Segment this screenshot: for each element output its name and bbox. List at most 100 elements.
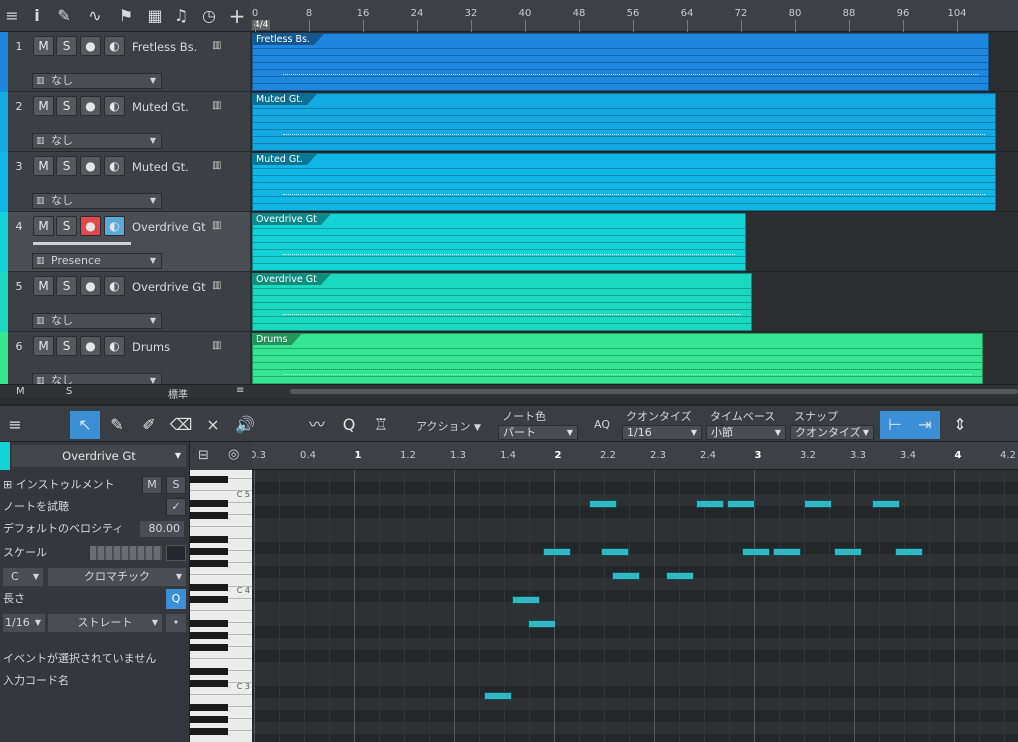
midi-note[interactable] — [742, 548, 770, 556]
snap-select[interactable]: クオンタイズ ▼ — [790, 425, 874, 440]
pencil-tool-icon[interactable]: ✎ — [102, 411, 132, 439]
black-key[interactable] — [190, 668, 228, 675]
mute-button[interactable]: M — [33, 336, 54, 356]
mute-button[interactable]: M — [33, 156, 54, 176]
track-header[interactable]: 3 M S ● ◐ Muted Gt. ▥ ▥ なし ▼ — [0, 152, 250, 212]
snap-start-icon[interactable]: ⊢ — [880, 411, 910, 439]
eraser-tool-icon[interactable]: ⌫ — [166, 411, 196, 439]
black-key[interactable] — [190, 644, 228, 651]
black-key[interactable] — [190, 548, 228, 555]
mute-button[interactable]: M — [33, 276, 54, 296]
audio-event[interactable]: Overdrive Gt — [252, 273, 752, 331]
paint-tool-icon[interactable]: ✐ — [134, 411, 164, 439]
editor-menu-icon[interactable]: ≡ — [0, 411, 30, 439]
inspector-solo-button[interactable]: S — [166, 476, 186, 494]
piano-roll-ruler[interactable]: 0.3 0.4 1 1.2 1.3 1.4 2 2.2 2.3 2.4 3 3.2 3.3 3.4 4 4.2 — [250, 442, 1018, 470]
record-button[interactable]: ● — [80, 216, 101, 236]
arrange-ruler[interactable]: 4/4 0 8 16 24 32 40 48 56 64 72 80 88 96 104 — [250, 0, 1018, 32]
monitor-button[interactable]: ◐ — [104, 276, 125, 296]
audio-event[interactable]: Drums — [252, 333, 983, 384]
note-color-select[interactable]: パート ▼ — [498, 425, 578, 440]
quantize-q-icon[interactable]: Q — [334, 411, 364, 439]
timebase-select[interactable]: 小節 ▼ — [706, 425, 786, 440]
midi-note[interactable] — [773, 548, 801, 556]
solo-button[interactable]: S — [56, 216, 77, 236]
info-icon[interactable]: i — [27, 6, 47, 26]
midi-note[interactable] — [528, 620, 556, 628]
mute-tool-icon[interactable]: ⨯ — [198, 411, 228, 439]
track-header[interactable]: 6 M S ● ◐ Drums ▥ ▥ なし ▼ — [0, 332, 250, 392]
track-header[interactable]: 4 M S ● ◐ Overdrive Gt ▥ ▥ Presence ▼ — [0, 212, 250, 272]
length-mode-select[interactable]: ストレート ▼ — [48, 614, 162, 632]
length-select[interactable]: 1/16 ▼ — [3, 614, 45, 632]
monitor-button[interactable]: ◐ — [104, 96, 125, 116]
preset-label[interactable]: 標準 — [168, 386, 188, 401]
midi-note[interactable] — [834, 548, 862, 556]
clock-icon[interactable]: ◷ — [199, 6, 219, 26]
velocity-value[interactable]: 80.00 — [140, 521, 184, 537]
instrument-select[interactable]: ▥ なし ▼ — [32, 313, 162, 329]
midi-note[interactable] — [696, 500, 724, 508]
monitor-button[interactable]: ◐ — [104, 156, 125, 176]
midi-note[interactable] — [895, 548, 923, 556]
volume-fader[interactable] — [33, 242, 131, 245]
black-key[interactable] — [190, 560, 228, 567]
length-q-button[interactable]: Q — [166, 589, 186, 609]
audio-event[interactable]: Muted Gt. — [252, 153, 996, 211]
marker-icon[interactable]: ⚑ — [116, 6, 136, 26]
groove-icon[interactable]: 〰 — [302, 411, 332, 439]
grid-icon[interactable]: ▦ — [145, 6, 165, 26]
action-menu[interactable]: アクション ▼ — [416, 418, 481, 434]
global-solo[interactable]: S — [66, 386, 72, 397]
list-icon[interactable]: ≡ — [236, 385, 244, 396]
midi-note[interactable] — [484, 692, 512, 700]
midi-note[interactable] — [872, 500, 900, 508]
midi-note[interactable] — [727, 500, 755, 508]
automation-icon[interactable]: ∿ — [85, 6, 105, 26]
midi-note[interactable] — [804, 500, 832, 508]
solo-button[interactable]: S — [56, 36, 77, 56]
instrument-select[interactable]: ▥ なし ▼ — [32, 193, 162, 209]
instrument-select[interactable]: ▥ Presence ▼ — [32, 253, 162, 269]
record-button[interactable]: ● — [80, 276, 101, 296]
solo-button[interactable]: S — [56, 156, 77, 176]
midi-note[interactable] — [601, 548, 629, 556]
arrow-tool-icon[interactable]: ↖ — [70, 411, 100, 439]
aq-button[interactable]: AQ — [594, 418, 610, 431]
record-button[interactable]: ● — [80, 336, 101, 356]
black-key[interactable] — [190, 536, 228, 543]
black-key[interactable] — [190, 500, 228, 507]
black-key[interactable] — [190, 680, 228, 687]
black-key[interactable] — [190, 584, 228, 591]
solo-button[interactable]: S — [56, 276, 77, 296]
mute-button[interactable]: M — [33, 96, 54, 116]
track-header[interactable]: 2 M S ● ◐ Muted Gt. ▥ ▥ なし ▼ — [0, 92, 250, 152]
track-header[interactable]: 5 M S ● ◐ Overdrive Gt ▥ ▥ なし ▼ — [0, 272, 250, 332]
black-key[interactable] — [190, 596, 228, 603]
listen-tool-icon[interactable]: 🔊 — [230, 411, 260, 439]
mute-button[interactable]: M — [33, 216, 54, 236]
piano-roll-grid[interactable] — [252, 470, 1018, 742]
dot-toggle[interactable]: • — [166, 614, 186, 632]
monitor-button[interactable]: ◐ — [104, 36, 125, 56]
midi-note[interactable] — [589, 500, 617, 508]
monitor-button[interactable]: ◐ — [104, 216, 125, 236]
transform-icon[interactable]: ♖ — [366, 411, 396, 439]
black-key[interactable] — [190, 620, 228, 627]
instrument-select[interactable]: ▥ なし ▼ — [32, 133, 162, 149]
scale-keyboard[interactable] — [90, 546, 162, 560]
horizontal-scrollbar[interactable] — [290, 389, 1018, 394]
snap-end-icon[interactable]: ⇥ — [910, 411, 940, 439]
global-mute[interactable]: M — [16, 386, 25, 397]
record-button[interactable]: ● — [80, 156, 101, 176]
menu-icon[interactable]: ≡ — [2, 6, 22, 26]
zoom-fit-icon[interactable]: ⇕ — [945, 411, 975, 439]
inspector-mute-button[interactable]: M — [142, 476, 162, 494]
key-select[interactable]: C ▼ — [3, 568, 43, 586]
wrench-icon[interactable]: ✎ — [54, 6, 74, 26]
audio-event[interactable]: Muted Gt. — [252, 93, 996, 151]
record-button[interactable]: ● — [80, 96, 101, 116]
track-header[interactable]: 1 M S ● ◐ Fretless Bs. ▥ ▥ なし ▼ — [0, 32, 250, 92]
scale-toggle[interactable] — [166, 545, 186, 561]
piano-keyboard[interactable]: C 5 C 4 C 3 — [190, 442, 252, 742]
